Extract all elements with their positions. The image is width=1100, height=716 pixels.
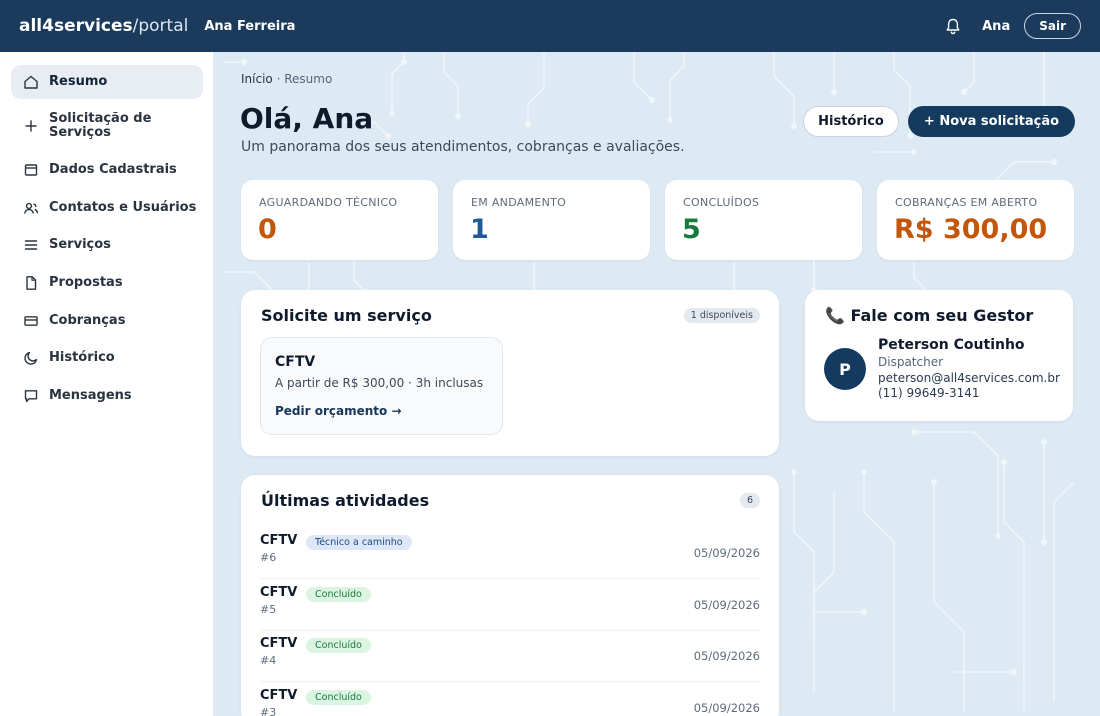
activity-name: CFTV [260, 688, 298, 703]
manager-phone[interactable]: (11) 99649-3141 [878, 386, 980, 400]
sidebar-item-label: Serviços [49, 237, 111, 252]
activity-id: #4 [260, 654, 277, 667]
list-item[interactable]: CFTV Técnico a caminho #6 05/09/2026 [260, 527, 760, 579]
sidebar-item-contatos[interactable]: Contatos e Usuários [11, 191, 203, 225]
status-badge: Concluído [306, 690, 371, 705]
sidebar-item-label: Propostas [49, 275, 123, 290]
activities-count-badge: 6 [739, 493, 760, 508]
sidebar-item-cobrancas[interactable]: Cobranças [11, 304, 203, 338]
manager-role: Dispatcher [878, 355, 944, 369]
stat-label: CONCLUÍDOS [683, 196, 760, 209]
page-title: Olá, Ana [240, 102, 374, 135]
activity-date: 05/09/2026 [693, 598, 760, 612]
stat-card-aguardando: AGUARDANDO TÉCNICO 0 [241, 180, 438, 260]
list-item[interactable]: CFTV Concluído #5 05/09/2026 [260, 579, 760, 631]
stat-value: 5 [682, 214, 701, 245]
brand-logo[interactable]: all4services/portal [19, 16, 188, 36]
bell-icon[interactable] [944, 17, 962, 35]
history-button[interactable]: Histórico [803, 106, 899, 137]
brand-name: all4services [19, 16, 133, 36]
status-badge: Técnico a caminho [306, 535, 412, 550]
home-icon [23, 74, 39, 90]
card-icon [23, 313, 39, 329]
sidebar-item-mensagens[interactable]: Mensagens [11, 379, 203, 413]
stat-card-concluidos: CONCLUÍDOS 5 [665, 180, 862, 260]
list-item[interactable]: CFTV Concluído #3 05/09/2026 [260, 682, 760, 716]
sidebar-item-label: Dados Cadastrais [49, 162, 177, 177]
sidebar-item-historico[interactable]: Histórico [11, 341, 203, 375]
available-badge: 1 disponíveis [683, 308, 760, 323]
service-name: CFTV [275, 354, 316, 370]
users-icon [23, 200, 39, 216]
stat-label: AGUARDANDO TÉCNICO [259, 196, 398, 209]
breadcrumb-current: Resumo [284, 72, 333, 86]
request-service-card: Solicite um serviço 1 disponíveis CFTV A… [241, 290, 779, 456]
stat-card-cobrancas: COBRANÇAS EM ABERTO R$ 300,00 [877, 180, 1074, 260]
top-bar: all4services/portal Ana Ferreira Ana Sai… [0, 0, 1100, 52]
manager-email[interactable]: peterson@all4services.com.br [878, 371, 1060, 385]
activity-date: 05/09/2026 [693, 546, 760, 560]
avatar: P [824, 348, 866, 390]
new-request-button[interactable]: + Nova solicitação [908, 106, 1075, 137]
window-icon [23, 162, 39, 178]
service-option-cftv[interactable]: CFTV A partir de R$ 300,00 · 3h inclusas… [260, 337, 503, 435]
brand-suffix: /portal [132, 16, 189, 36]
logout-button[interactable]: Sair [1024, 13, 1081, 39]
service-description: A partir de R$ 300,00 · 3h inclusas [275, 376, 484, 390]
status-badge: Concluído [306, 587, 371, 602]
card-title: Últimas atividades [261, 491, 430, 510]
plus-icon [23, 118, 39, 134]
breadcrumb: Início · Resumo [241, 72, 332, 86]
activities-card: Últimas atividades 6 CFTV Técnico a cami… [241, 475, 779, 716]
activity-date: 05/09/2026 [693, 649, 760, 663]
manager-card: 📞 Fale com seu Gestor P Peterson Coutinh… [805, 290, 1073, 421]
activity-id: #3 [260, 706, 277, 716]
activity-id: #5 [260, 603, 277, 616]
message-icon [23, 388, 39, 404]
status-badge: Concluído [306, 638, 371, 653]
card-title: 📞 Fale com seu Gestor [825, 306, 1034, 325]
stat-value: R$ 300,00 [894, 214, 1048, 245]
stat-value: 0 [258, 214, 277, 245]
request-quote-link[interactable]: Pedir orçamento → [275, 404, 402, 418]
activity-id: #6 [260, 551, 277, 564]
sidebar-item-label: Mensagens [49, 388, 132, 403]
activity-date: 05/09/2026 [693, 701, 760, 715]
sidebar-item-solicitacao[interactable]: Solicitação de Serviços [11, 109, 203, 143]
breadcrumb-home[interactable]: Início [241, 72, 273, 86]
card-title: Solicite um serviço [261, 306, 432, 325]
sidebar-item-label: Histórico [49, 350, 115, 365]
sidebar-item-servicos[interactable]: Serviços [11, 228, 203, 262]
stat-card-em-andamento: EM ANDAMENTO 1 [453, 180, 650, 260]
sidebar-item-label: Cobranças [49, 313, 126, 328]
stat-label: COBRANÇAS EM ABERTO [895, 196, 1038, 209]
sidebar-item-label: Resumo [49, 74, 108, 89]
activity-name: CFTV [260, 533, 298, 548]
menu-icon [23, 237, 39, 253]
activity-name: CFTV [260, 585, 298, 600]
sidebar: Resumo Solicitação de Serviços Dados Cad… [0, 52, 214, 716]
breadcrumb-separator: · [272, 72, 285, 86]
sidebar-item-dados-cadastrais[interactable]: Dados Cadastrais [11, 153, 203, 187]
activity-name: CFTV [260, 636, 298, 651]
header-short-name[interactable]: Ana [982, 19, 1010, 34]
list-item[interactable]: CFTV Concluído #4 05/09/2026 [260, 630, 760, 682]
manager-name: Peterson Coutinho [878, 337, 1025, 353]
sidebar-item-label: Solicitação de Serviços [49, 111, 152, 140]
document-icon [23, 275, 39, 291]
sidebar-item-label: Contatos e Usuários [49, 200, 197, 215]
stat-value: 1 [470, 214, 489, 245]
page-subtitle: Um panorama dos seus atendimentos, cobra… [241, 139, 685, 155]
history-icon [23, 350, 39, 366]
stat-label: EM ANDAMENTO [471, 196, 567, 209]
header-user-name: Ana Ferreira [204, 18, 296, 34]
sidebar-item-resumo[interactable]: Resumo [11, 65, 203, 99]
sidebar-item-propostas[interactable]: Propostas [11, 266, 203, 300]
